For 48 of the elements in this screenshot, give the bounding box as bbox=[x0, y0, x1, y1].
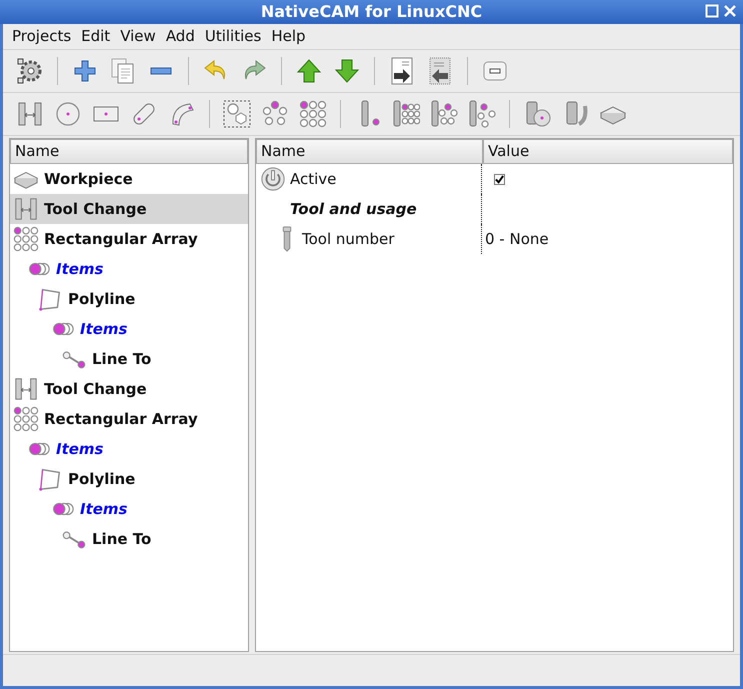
tree-item[interactable]: Polyline bbox=[10, 284, 248, 314]
section-header: Tool and usage bbox=[290, 198, 417, 220]
polyline-icon bbox=[37, 466, 63, 492]
rectangular-array-icon bbox=[13, 406, 39, 432]
menu-item[interactable]: Edit bbox=[76, 25, 116, 48]
menu-item[interactable]: Projects bbox=[7, 25, 76, 48]
tree-item[interactable]: Rectangular Array bbox=[10, 224, 248, 254]
up-arrow-icon bbox=[295, 57, 323, 85]
tree-item[interactable]: Items bbox=[10, 434, 248, 464]
column-header[interactable]: Name bbox=[256, 139, 483, 164]
power-icon bbox=[260, 166, 286, 192]
menu-item[interactable]: View bbox=[115, 25, 161, 48]
menu-item[interactable]: Add bbox=[160, 25, 200, 48]
polyline-icon bbox=[37, 286, 63, 312]
tool-change-icon bbox=[13, 376, 39, 402]
checkbox[interactable] bbox=[494, 174, 505, 184]
tool-change-icon bbox=[13, 196, 39, 222]
menu-item[interactable]: Help bbox=[266, 25, 311, 48]
tool-change-icon bbox=[16, 100, 44, 128]
tree-item[interactable]: Workpiece bbox=[10, 164, 248, 194]
tree-item[interactable]: Line To bbox=[10, 344, 248, 374]
column-header[interactable]: Name bbox=[10, 139, 248, 164]
property-name: Tool number bbox=[302, 228, 394, 250]
tree-item[interactable]: Items bbox=[10, 254, 248, 284]
gear-icon bbox=[16, 57, 44, 85]
property-name: Active bbox=[290, 168, 336, 190]
property-value: 0 - None bbox=[485, 228, 549, 250]
menu-item[interactable]: Utilities bbox=[200, 25, 266, 48]
tree-item[interactable]: Rectangular Array bbox=[10, 404, 248, 434]
circular-array-icon bbox=[261, 100, 289, 128]
window-title: NativeCAM for LinuxCNC bbox=[260, 1, 482, 23]
circle-pocket-icon bbox=[54, 100, 82, 128]
tree-item[interactable]: Tool Change bbox=[10, 374, 248, 404]
rectangular-array-icon bbox=[299, 100, 327, 128]
tree-item[interactable]: Polyline bbox=[10, 464, 248, 494]
rectangular-array-icon bbox=[13, 226, 39, 252]
tree-item[interactable]: Tool Change bbox=[10, 194, 248, 224]
column-header[interactable]: Value bbox=[483, 139, 733, 164]
tree-item[interactable]: Line To bbox=[10, 524, 248, 554]
tree-item[interactable]: Items bbox=[10, 314, 248, 344]
down-arrow-icon bbox=[333, 57, 361, 85]
group-icon bbox=[223, 100, 251, 128]
drill-array-icon bbox=[392, 100, 420, 128]
drill-circle-icon bbox=[430, 100, 458, 128]
tree-item[interactable]: Items bbox=[10, 494, 248, 524]
drill-points-icon bbox=[468, 100, 496, 128]
close-button[interactable] bbox=[723, 4, 737, 18]
maximize-button[interactable] bbox=[705, 4, 719, 18]
